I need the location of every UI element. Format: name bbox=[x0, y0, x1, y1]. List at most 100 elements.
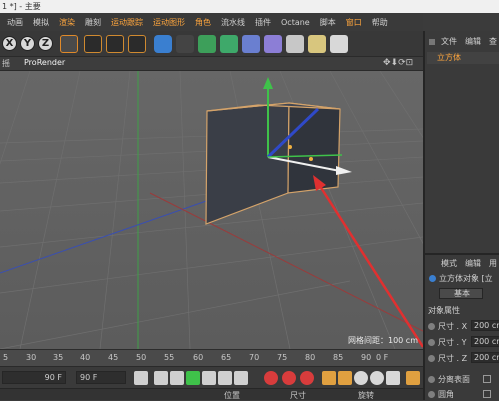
attr-tab-edit[interactable]: 编辑 bbox=[465, 258, 481, 269]
render-picture-viewer-icon[interactable] bbox=[106, 35, 124, 53]
timeline-tick: 5 bbox=[3, 353, 9, 362]
fillet-checkbox[interactable] bbox=[483, 390, 491, 398]
attr-object-title: 立方体对象 [立 bbox=[439, 274, 493, 283]
size-z-field[interactable]: 200 cm bbox=[471, 352, 499, 363]
size-x-field[interactable]: 200 cm bbox=[471, 320, 499, 331]
timeline-settings-icon[interactable] bbox=[406, 371, 420, 385]
go-to-start-icon[interactable] bbox=[134, 371, 148, 385]
3d-viewport[interactable]: 网格间距：100 cm bbox=[0, 71, 423, 349]
menu-animation[interactable]: 动画 bbox=[2, 17, 28, 28]
timeline-tick: 35 bbox=[53, 353, 64, 362]
viewport-renderer-label[interactable]: ProRender bbox=[24, 58, 65, 67]
rotate-key-icon[interactable] bbox=[354, 371, 368, 385]
axis-x-label: X bbox=[5, 38, 14, 49]
separate-surfaces-label: 分离表面 bbox=[438, 375, 470, 384]
subdivision-icon[interactable] bbox=[198, 35, 216, 53]
timeline-tick: 40 bbox=[80, 353, 91, 362]
axis-z-label: Z bbox=[41, 38, 50, 49]
timeline-tick: 45 bbox=[108, 353, 119, 362]
light-icon[interactable] bbox=[330, 35, 348, 53]
size-y-field[interactable]: 200 cm bbox=[471, 336, 499, 347]
play-icon[interactable] bbox=[186, 371, 200, 385]
next-key-icon[interactable] bbox=[218, 371, 232, 385]
frame-start-field[interactable]: 90 F bbox=[2, 371, 66, 384]
record-icon[interactable] bbox=[264, 371, 278, 385]
separate-surfaces-checkbox[interactable] bbox=[483, 375, 491, 383]
viewport-scene bbox=[0, 71, 423, 349]
cube-icon[interactable] bbox=[154, 35, 172, 53]
camera-icon[interactable] bbox=[308, 35, 326, 53]
size-y-key-icon[interactable] bbox=[428, 339, 435, 346]
size-x-label: 尺寸 . X bbox=[438, 322, 468, 331]
frame-end-field[interactable]: 90 F bbox=[76, 371, 126, 384]
menu-motion-tracking[interactable]: 运动跟踪 bbox=[106, 17, 148, 28]
object-row-cube[interactable]: 立方体 bbox=[427, 52, 499, 64]
object-manager: 文件 编辑 查 立方体 bbox=[423, 31, 499, 253]
object-manager-tab-file[interactable]: 文件 bbox=[441, 36, 457, 47]
menu-window[interactable]: 窗口 bbox=[341, 17, 367, 28]
parameter-key-icon[interactable] bbox=[370, 371, 384, 385]
window-title: 1 *] - 主要 bbox=[2, 2, 41, 11]
autokey-icon[interactable] bbox=[282, 371, 296, 385]
point-level-icon[interactable] bbox=[386, 371, 400, 385]
timeline-tick: 30 bbox=[26, 353, 37, 362]
menu-octane[interactable]: Octane bbox=[276, 18, 315, 27]
axis-z-button[interactable]: Z bbox=[38, 36, 53, 51]
previous-key-icon[interactable] bbox=[154, 371, 168, 385]
object-manager-tabs: 文件 编辑 查 bbox=[425, 36, 499, 48]
axis-y-button[interactable]: Y bbox=[20, 36, 35, 51]
fillet-key-icon[interactable] bbox=[428, 391, 435, 398]
timeline-tick: 50 bbox=[136, 353, 147, 362]
next-frame-icon[interactable] bbox=[202, 371, 216, 385]
attr-tab-mode[interactable]: 模式 bbox=[441, 258, 457, 269]
render-settings-icon[interactable] bbox=[128, 35, 146, 53]
go-to-end-icon[interactable] bbox=[234, 371, 248, 385]
menu-mograph[interactable]: 运动图形 bbox=[148, 17, 190, 28]
object-name: 立方体 bbox=[437, 53, 461, 62]
menu-render[interactable]: 渲染 bbox=[54, 17, 80, 28]
viewport-header: 摇 ProRender ✥⬇⟳⊡ bbox=[0, 57, 423, 71]
attr-tab-user[interactable]: 用 bbox=[489, 258, 497, 269]
menu-sculpt[interactable]: 雕刻 bbox=[80, 17, 106, 28]
menu-simulate[interactable]: 模拟 bbox=[28, 17, 54, 28]
move-key-icon[interactable] bbox=[322, 371, 336, 385]
viewport-nav-icons[interactable]: ✥⬇⟳⊡ bbox=[383, 58, 413, 68]
main-toolbar: X Y Z bbox=[0, 31, 423, 57]
object-manager-tab-view[interactable]: 查 bbox=[489, 36, 497, 47]
menu-plugins[interactable]: 插件 bbox=[250, 17, 276, 28]
menu-script[interactable]: 脚本 bbox=[315, 17, 341, 28]
position-label: 位置 bbox=[224, 391, 240, 400]
menu-character[interactable]: 角色 bbox=[190, 17, 216, 28]
timeline-tick: 90 bbox=[361, 353, 372, 362]
deformer-icon[interactable] bbox=[220, 35, 238, 53]
pen-icon[interactable] bbox=[176, 35, 194, 53]
keyframe-selection-icon[interactable] bbox=[300, 371, 314, 385]
separate-surfaces-key-icon[interactable] bbox=[428, 376, 435, 383]
size-z-key-icon[interactable] bbox=[428, 355, 435, 362]
scale-key-icon[interactable] bbox=[338, 371, 352, 385]
size-x-key-icon[interactable] bbox=[428, 323, 435, 330]
floor-icon[interactable] bbox=[286, 35, 304, 53]
coordinate-system-icon[interactable] bbox=[60, 35, 78, 53]
environment-icon[interactable] bbox=[264, 35, 282, 53]
timeline-tick: 75 bbox=[277, 353, 288, 362]
timeline-tick: 60 bbox=[193, 353, 204, 362]
axis-x-button[interactable]: X bbox=[2, 36, 17, 51]
transport-bar: 90 F 90 F bbox=[0, 366, 423, 388]
basic-tab[interactable]: 基本 bbox=[439, 288, 483, 299]
size-label: 尺寸 bbox=[290, 391, 306, 400]
coordinates-bar: 位置 尺寸 旋转 bbox=[0, 388, 423, 400]
previous-frame-icon[interactable] bbox=[170, 371, 184, 385]
effector-icon[interactable] bbox=[242, 35, 260, 53]
render-view-icon[interactable] bbox=[84, 35, 102, 53]
viewport-tab[interactable]: 摇 bbox=[2, 58, 10, 69]
timeline-tick: 80 bbox=[305, 353, 316, 362]
object-manager-tab-edit[interactable]: 编辑 bbox=[465, 36, 481, 47]
menu-help[interactable]: 帮助 bbox=[367, 17, 393, 28]
timeline-ruler[interactable]: 5 30 35 40 45 50 55 60 65 70 75 80 85 90… bbox=[0, 349, 423, 366]
timeline-tick: 55 bbox=[164, 353, 175, 362]
timeline-tick: 70 bbox=[249, 353, 260, 362]
menu-pipeline[interactable]: 流水线 bbox=[216, 17, 250, 28]
size-y-label: 尺寸 . Y bbox=[438, 338, 467, 347]
window-title-bar: 1 *] - 主要 bbox=[0, 0, 499, 13]
